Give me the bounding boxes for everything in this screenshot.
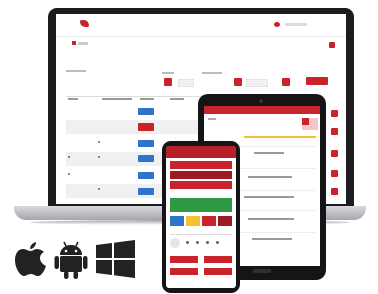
phone-action-button[interactable] — [204, 268, 232, 275]
filter-button[interactable] — [164, 78, 172, 86]
phone-menu-bar[interactable] — [170, 181, 232, 189]
row-status-badge — [138, 108, 154, 115]
app-logo — [80, 20, 89, 27]
list-item[interactable] — [252, 238, 292, 240]
filter-button[interactable] — [282, 78, 290, 86]
row-status-badge — [138, 188, 154, 195]
edit-icon[interactable] — [331, 110, 338, 117]
windows-icon — [96, 240, 135, 278]
list-bullet — [206, 241, 209, 244]
tablet-title — [208, 118, 216, 120]
edit-icon[interactable] — [331, 170, 338, 177]
column-header — [170, 98, 184, 100]
phone-menu-bar[interactable] — [170, 161, 232, 169]
list-item[interactable] — [248, 218, 294, 220]
list-bullet — [186, 241, 189, 244]
user-name-placeholder — [285, 23, 307, 26]
nav-item[interactable] — [78, 42, 88, 45]
user-icon[interactable] — [274, 22, 280, 27]
category-tile[interactable] — [202, 216, 216, 226]
nav-marker — [72, 41, 76, 45]
row-status-badge — [138, 172, 154, 179]
progress-bar — [244, 136, 316, 138]
phone-app-header — [166, 146, 236, 158]
row-marker — [68, 173, 70, 175]
phone-action-button[interactable] — [170, 256, 198, 263]
table-divider — [66, 96, 214, 97]
phone-action-button[interactable] — [170, 268, 198, 275]
tablet-home-button[interactable] — [253, 269, 271, 273]
row-status-badge — [138, 140, 154, 147]
status-indicator — [302, 118, 309, 125]
phone-screen — [166, 146, 236, 288]
column-header — [140, 98, 154, 100]
list-divider — [170, 234, 232, 235]
tablet-camera — [259, 99, 263, 103]
category-tile[interactable] — [218, 216, 232, 226]
edit-icon[interactable] — [331, 188, 338, 195]
filter-field[interactable] — [178, 79, 194, 87]
form-label — [202, 72, 222, 74]
list-item[interactable] — [244, 196, 294, 198]
form-label — [66, 70, 86, 72]
tablet-app-header — [204, 106, 320, 114]
column-header — [102, 98, 132, 100]
row-marker — [98, 141, 100, 143]
list-item[interactable] — [248, 176, 292, 178]
apple-icon — [15, 242, 46, 276]
row-marker — [98, 188, 100, 190]
android-icon — [54, 241, 88, 279]
filter-button[interactable] — [234, 78, 242, 86]
column-header — [68, 98, 78, 100]
list-bullet — [196, 241, 199, 244]
row-marker — [68, 156, 70, 158]
category-tile[interactable] — [186, 216, 200, 226]
phone-action-button[interactable] — [204, 256, 232, 263]
form-label — [162, 72, 174, 74]
list-item[interactable] — [254, 152, 284, 154]
row-status-badge — [138, 123, 154, 131]
filter-field[interactable] — [246, 79, 268, 87]
edit-icon[interactable] — [331, 128, 338, 135]
row-marker — [98, 156, 100, 158]
category-tile[interactable] — [170, 216, 184, 226]
search-button[interactable] — [306, 77, 328, 85]
corner-action-icon[interactable] — [329, 42, 335, 48]
row-status-badge — [138, 155, 154, 162]
list-bullet — [216, 241, 219, 244]
avatar — [170, 238, 180, 248]
edit-icon[interactable] — [331, 150, 338, 157]
phone-menu-bar[interactable] — [170, 171, 232, 179]
status-banner — [170, 198, 232, 212]
